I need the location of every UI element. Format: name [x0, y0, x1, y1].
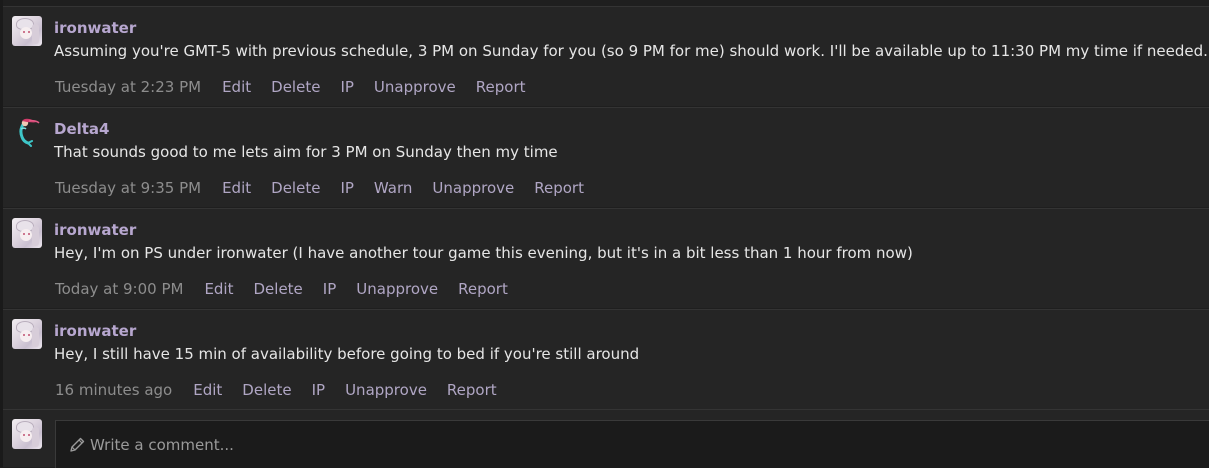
warn-link[interactable]: Warn	[374, 179, 412, 197]
ip-link[interactable]: IP	[312, 381, 325, 399]
comment-timestamp[interactable]: Today at 9:00 PM	[55, 280, 183, 298]
mermaid-icon	[19, 118, 40, 147]
edit-link[interactable]: Edit	[193, 381, 222, 399]
comment-text: Hey, I'm on PS under ironwater (I have a…	[54, 244, 913, 262]
comment-placeholder: Write a comment...	[90, 435, 234, 454]
comment-text: Assuming you're GMT-5 with previous sche…	[54, 42, 1208, 60]
comment-timestamp[interactable]: 16 minutes ago	[55, 381, 172, 399]
comment-composer: Write a comment...	[3, 409, 1209, 468]
comment-author[interactable]: Delta4	[54, 120, 110, 138]
delete-link[interactable]: Delete	[254, 280, 303, 298]
comment-actions: Tuesday at 9:35 PM Edit Delete IP Warn U…	[55, 178, 604, 198]
comment-text: That sounds good to me lets aim for 3 PM…	[54, 143, 558, 161]
unapprove-link[interactable]: Unapprove	[432, 179, 514, 197]
avatar[interactable]	[12, 419, 42, 449]
avatar[interactable]	[12, 117, 42, 147]
edit-link[interactable]: Edit	[222, 179, 251, 197]
report-link[interactable]: Report	[458, 280, 508, 298]
ip-link[interactable]: IP	[340, 78, 353, 96]
comment-item: ironwater Assuming you're GMT-5 with pre…	[3, 6, 1209, 106]
delete-link[interactable]: Delete	[271, 78, 320, 96]
pencil-icon	[70, 437, 85, 452]
comment-item: ironwater Hey, I still have 15 min of av…	[3, 309, 1209, 409]
comment-actions: Today at 9:00 PM Edit Delete IP Unapprov…	[55, 279, 528, 299]
comment-timestamp[interactable]: Tuesday at 2:23 PM	[55, 78, 201, 96]
unapprove-link[interactable]: Unapprove	[356, 280, 438, 298]
comment-text: Hey, I still have 15 min of availability…	[54, 345, 640, 363]
comment-item: Delta4 That sounds good to me lets aim f…	[3, 107, 1209, 207]
edit-link[interactable]: Edit	[222, 78, 251, 96]
comment-stream: ironwater Assuming you're GMT-5 with pre…	[0, 0, 1209, 468]
report-link[interactable]: Report	[534, 179, 584, 197]
ip-link[interactable]: IP	[340, 179, 353, 197]
unapprove-link[interactable]: Unapprove	[345, 381, 427, 399]
comment-actions: Tuesday at 2:23 PM Edit Delete IP Unappr…	[55, 77, 546, 97]
report-link[interactable]: Report	[447, 381, 497, 399]
comment-timestamp[interactable]: Tuesday at 9:35 PM	[55, 179, 201, 197]
delete-link[interactable]: Delete	[271, 179, 320, 197]
delete-link[interactable]: Delete	[242, 381, 291, 399]
avatar[interactable]	[12, 218, 42, 248]
edit-link[interactable]: Edit	[204, 280, 233, 298]
comment-actions: 16 minutes ago Edit Delete IP Unapprove …	[55, 380, 517, 400]
comment-input[interactable]: Write a comment...	[55, 420, 1209, 468]
unapprove-link[interactable]: Unapprove	[374, 78, 456, 96]
ip-link[interactable]: IP	[323, 280, 336, 298]
comment-author[interactable]: ironwater	[54, 322, 136, 340]
avatar[interactable]	[12, 319, 42, 349]
avatar[interactable]	[12, 16, 42, 46]
comment-author[interactable]: ironwater	[54, 19, 136, 37]
comment-author[interactable]: ironwater	[54, 221, 136, 239]
report-link[interactable]: Report	[476, 78, 526, 96]
comment-item: ironwater Hey, I'm on PS under ironwater…	[3, 208, 1209, 308]
